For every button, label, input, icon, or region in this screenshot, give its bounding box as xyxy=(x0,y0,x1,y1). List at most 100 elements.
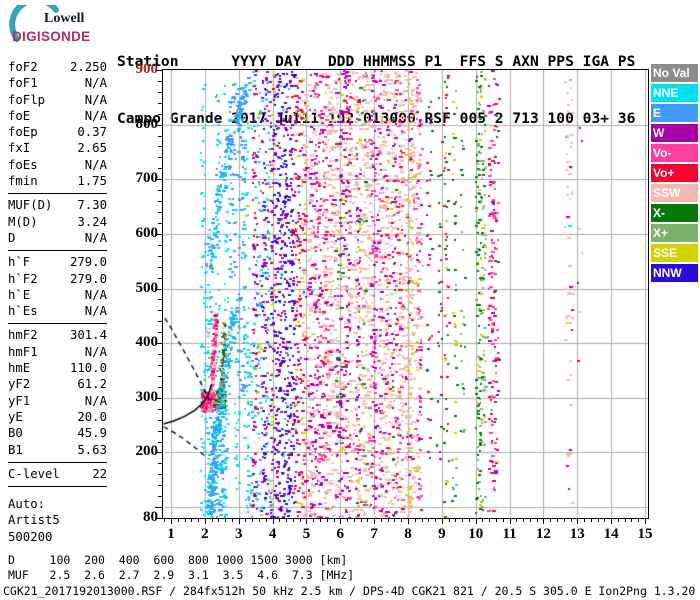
param-separator xyxy=(8,486,107,488)
param-value: 301.4 xyxy=(69,328,107,343)
param-row-fof1: foF1 N/A xyxy=(8,75,107,91)
tick-mark xyxy=(428,519,429,522)
tick-mark xyxy=(191,519,192,522)
tick-mark xyxy=(388,519,389,522)
legend-item-x-: X- xyxy=(651,204,698,222)
legend-item-sse: SSE xyxy=(651,244,698,262)
param-row-hes: h`Es N/A xyxy=(8,303,107,319)
tick-mark xyxy=(232,519,233,522)
tick-mark xyxy=(584,519,585,522)
tick-mark xyxy=(523,519,524,522)
param-value: N/A xyxy=(84,344,107,359)
param-row-md: M(D) 3.24 xyxy=(8,214,107,230)
y-tick-label-80: 80 xyxy=(143,509,158,525)
tick-mark xyxy=(155,507,162,508)
param-row-auto: Auto: xyxy=(8,496,107,512)
param-value: 279.0 xyxy=(69,255,107,270)
param-value: 61.2 xyxy=(77,377,107,392)
tick-mark xyxy=(571,519,572,522)
legend-item-vo+: Vo+ xyxy=(651,164,698,182)
param-row-fxi: fxI 2.65 xyxy=(8,140,107,156)
y-tick-label-400: 400 xyxy=(135,334,159,351)
param-value: N/A xyxy=(84,304,107,319)
param-value: 5.63 xyxy=(77,442,107,457)
legend-item-vo-: Vo- xyxy=(651,144,698,162)
tick-mark xyxy=(293,519,294,522)
tick-mark xyxy=(374,519,375,524)
distance-row: D 100 200 400 600 800 1000 1500 3000 [km… xyxy=(8,553,348,567)
tick-mark xyxy=(591,519,592,522)
tick-mark xyxy=(306,519,307,524)
tick-mark xyxy=(320,519,321,522)
param-row-b1: B1 5.63 xyxy=(8,442,107,458)
tick-mark xyxy=(469,519,470,522)
param-value: N/A xyxy=(84,108,107,123)
param-value: N/A xyxy=(84,76,107,91)
param-label: B0 xyxy=(8,426,23,441)
x-tick-label-10: 10 xyxy=(468,526,484,542)
tick-mark xyxy=(543,519,544,524)
tick-mark xyxy=(252,519,253,522)
x-tick-label-2: 2 xyxy=(201,526,209,542)
param-label: yF2 xyxy=(8,377,31,392)
y-tick-label-500: 500 xyxy=(135,279,159,296)
y-tick-label-600: 600 xyxy=(135,224,159,241)
tick-mark xyxy=(198,519,199,522)
ionogram-plot xyxy=(162,69,649,519)
tick-mark xyxy=(367,519,368,522)
param-value: 2.250 xyxy=(69,60,107,74)
tick-mark xyxy=(550,519,551,522)
direction-legend: No Val NNE E W Vo- Vo+ SSW X- X+ SSE NNW xyxy=(651,64,698,284)
tick-mark xyxy=(354,519,355,522)
ionogram-canvas xyxy=(163,70,648,518)
param-row-fmin: fmin 1.75 xyxy=(8,173,107,189)
param-label: hmE xyxy=(8,361,31,376)
tick-mark xyxy=(449,519,450,522)
param-row-hmf2: hmF2 301.4 xyxy=(8,327,107,343)
tick-mark xyxy=(476,519,477,524)
param-label: hmF2 xyxy=(8,328,38,343)
param-label: foF1 xyxy=(8,76,38,91)
tick-mark xyxy=(516,519,517,522)
param-label: h`Es xyxy=(8,304,38,319)
x-tick-label-12: 12 xyxy=(535,526,551,542)
legend-item-nne: NNE xyxy=(651,84,698,102)
x-tick-label-14: 14 xyxy=(603,526,619,542)
tick-mark xyxy=(225,519,226,522)
param-label: MUF(D) xyxy=(8,198,53,213)
param-label: B1 xyxy=(8,442,23,457)
tick-mark xyxy=(510,519,511,524)
param-separator xyxy=(8,193,107,195)
param-label: foFlp xyxy=(8,92,46,107)
param-label: D xyxy=(8,230,16,245)
tick-mark xyxy=(503,519,504,522)
x-tick-label-7: 7 xyxy=(370,526,378,542)
tick-mark xyxy=(155,234,162,235)
y-tick-label-700: 700 xyxy=(135,170,159,187)
param-row-mufd: MUF(D) 7.30 xyxy=(8,197,107,213)
tick-mark xyxy=(462,519,463,522)
param-value: N/A xyxy=(84,393,107,408)
tick-mark xyxy=(155,343,162,344)
tick-mark xyxy=(598,519,599,522)
x-tick-label-6: 6 xyxy=(336,526,345,542)
tick-mark xyxy=(178,519,179,522)
tick-mark xyxy=(631,519,632,522)
param-label: foE xyxy=(8,108,31,123)
tick-mark xyxy=(564,519,565,522)
tick-mark xyxy=(455,519,456,522)
param-row-hf2: h`F2 279.0 xyxy=(8,271,107,287)
tick-mark xyxy=(340,519,341,524)
tick-mark xyxy=(381,519,382,522)
param-value: 0.37 xyxy=(77,125,107,140)
muf-row: MUF 2.5 2.6 2.7 2.9 3.1 3.5 4.6 7.3 [MHz… xyxy=(8,568,355,582)
x-tick-label-13: 13 xyxy=(569,526,585,542)
param-row-yf1: yF1 N/A xyxy=(8,393,107,409)
tick-mark xyxy=(645,519,646,524)
param-row-clevel: C-level 22 xyxy=(8,466,107,482)
param-label: foEp xyxy=(8,125,38,140)
tick-mark xyxy=(482,519,483,522)
param-value: 3.24 xyxy=(77,214,107,229)
ionogram-app: Lowell DIGISONDE Station YYYY DAY DDD HH… xyxy=(0,0,700,600)
tick-mark xyxy=(638,519,639,522)
